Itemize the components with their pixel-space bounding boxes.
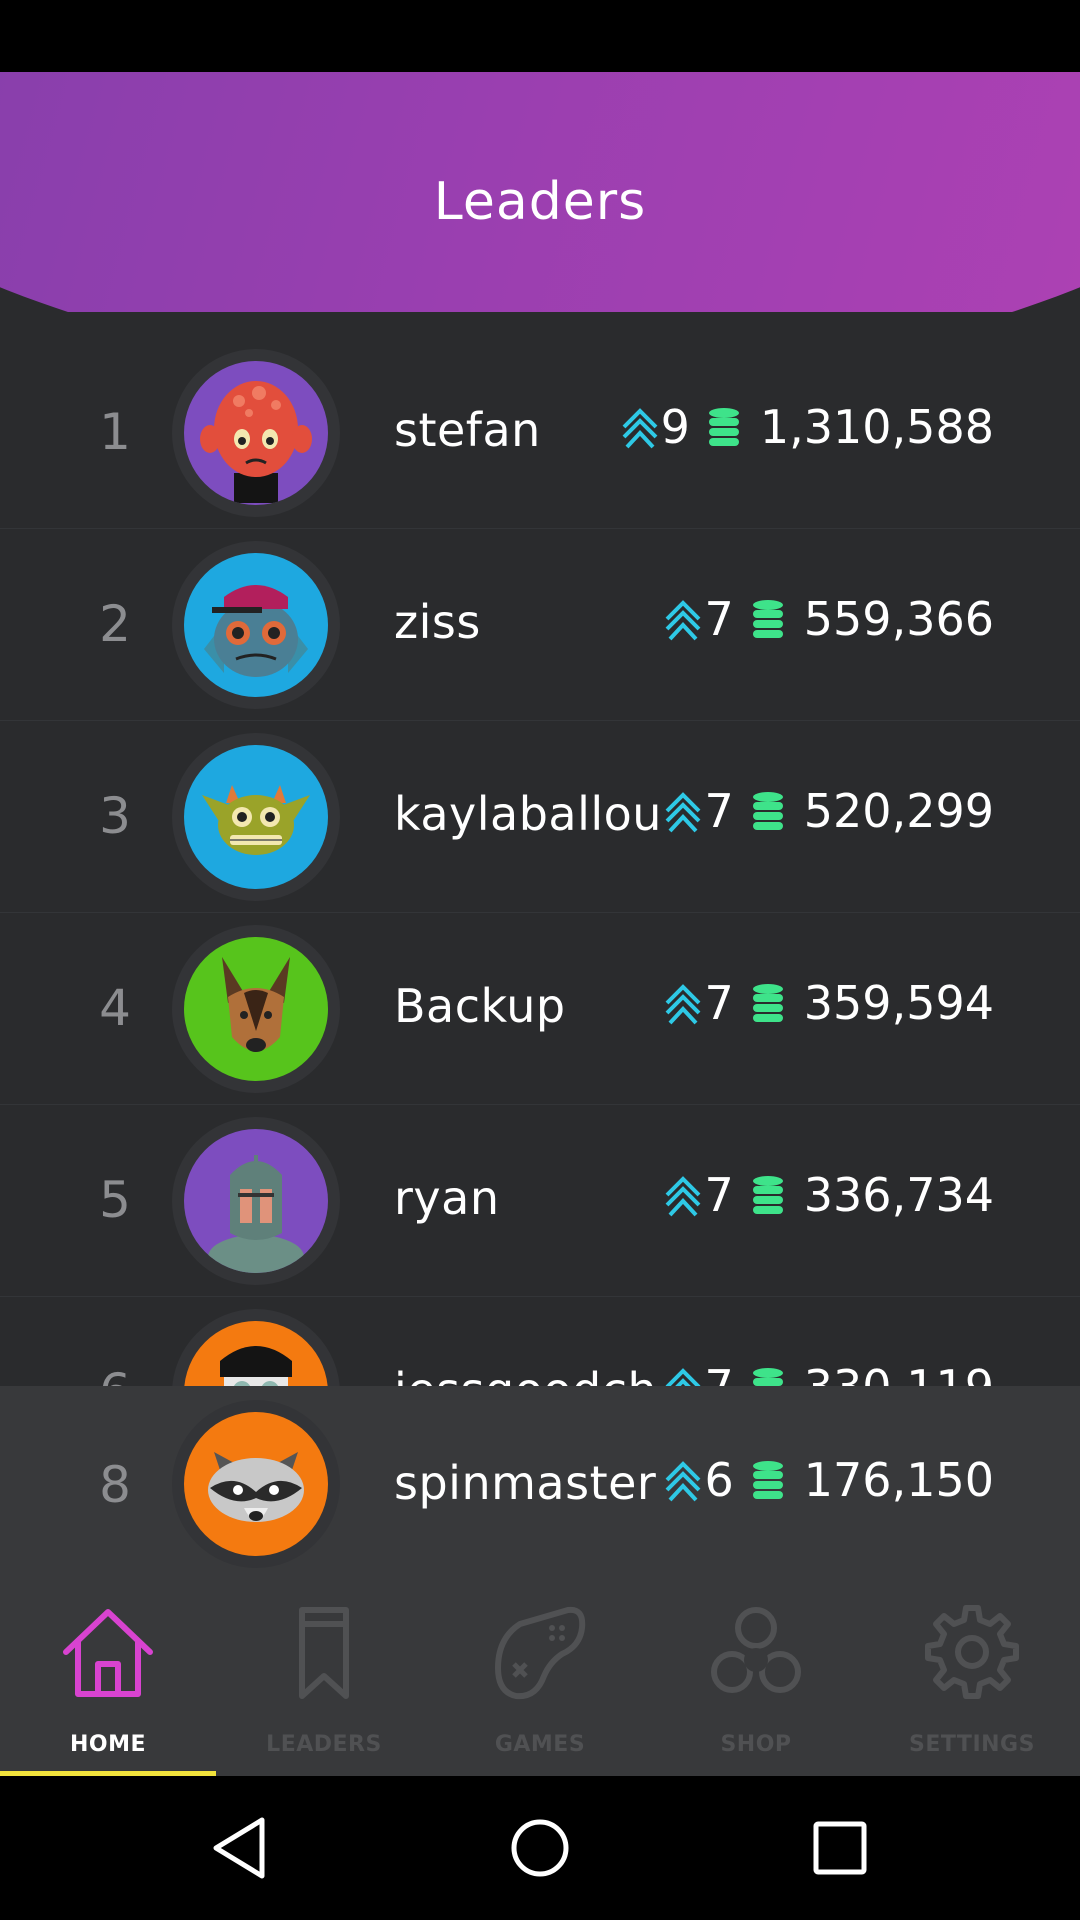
coin-stack-icon: [752, 600, 783, 638]
header: Leaders: [0, 72, 1080, 312]
back-icon[interactable]: [200, 1808, 280, 1888]
level-chevron-icon: [666, 984, 701, 1025]
home-circle-icon[interactable]: [500, 1808, 580, 1888]
tab-label: SETTINGS: [909, 1732, 1035, 1757]
player-level: 9: [660, 400, 690, 454]
player-level: 7: [704, 976, 734, 1030]
leaderboard-row[interactable]: 4 Backup 7 359,594: [0, 913, 1080, 1105]
player-stats: 7 520,299: [664, 783, 994, 839]
avatar[interactable]: [172, 349, 340, 517]
rank-number: 8: [99, 1456, 131, 1514]
player-level: 6: [704, 1453, 734, 1507]
player-level: 7: [704, 592, 734, 646]
rank-number: 5: [99, 1171, 131, 1229]
fish-icon: [184, 553, 328, 697]
leaderboard-list[interactable]: 1 stefan 9 1,310,588 2 ziss 7 559,366 3 …: [0, 337, 1080, 1459]
coin-stack-icon: [752, 792, 783, 830]
gear-icon: [925, 1605, 1019, 1699]
knight-icon: [184, 1129, 328, 1273]
level-chevron-icon: [666, 1176, 701, 1217]
coin-stack-icon: [752, 1176, 783, 1214]
tab-home[interactable]: HOME: [0, 1584, 216, 1776]
app-screen: Leaders 1 stefan 9 1,310,588 2 ziss 7 55…: [0, 72, 1080, 1776]
player-level: 7: [704, 1168, 734, 1222]
bookmark-icon: [299, 1607, 349, 1699]
alien-icon: [184, 361, 328, 505]
level-chevron-icon: [622, 408, 658, 449]
leaderboard-row[interactable]: 3 kaylaballou 7 520,299: [0, 721, 1080, 913]
player-coins: 559,366: [803, 592, 994, 646]
leaderboard-row[interactable]: 1 stefan 9 1,310,588: [0, 337, 1080, 529]
current-user-row[interactable]: 8 spinmaster 6 176,150: [0, 1386, 1080, 1584]
player-coins: 1,310,588: [759, 400, 994, 454]
page-title: Leaders: [433, 172, 647, 232]
tab-leaders[interactable]: LEADERS: [216, 1584, 432, 1776]
rank-number: 2: [99, 595, 131, 653]
coin-stack-icon: [752, 984, 783, 1022]
leaderboard-row[interactable]: 2 ziss 7 559,366: [0, 529, 1080, 721]
tab-label: SHOP: [720, 1732, 792, 1757]
avatar[interactable]: [172, 1117, 340, 1285]
rank-number: 1: [99, 403, 131, 461]
coin-stack-icon: [708, 408, 739, 446]
level-chevron-icon: [666, 1461, 701, 1502]
raccoon-icon: [184, 1412, 328, 1556]
player-name: Backup: [394, 979, 566, 1033]
coin-stack-icon: [752, 1461, 783, 1499]
player-coins: 359,594: [803, 976, 994, 1030]
avatar[interactable]: [172, 925, 340, 1093]
dog-icon: [184, 937, 328, 1081]
tab-label: GAMES: [494, 1732, 586, 1757]
player-name: kaylaballou: [394, 787, 662, 841]
gamepad-icon: [495, 1606, 586, 1700]
avatar[interactable]: [172, 733, 340, 901]
player-name: ziss: [394, 595, 481, 649]
tab-label: HOME: [69, 1732, 147, 1757]
home-icon: [63, 1609, 153, 1697]
player-stats: 6 176,150: [664, 1452, 994, 1508]
level-chevron-icon: [666, 600, 701, 641]
avatar[interactable]: [172, 1400, 340, 1568]
bottom-nav: HOME LEADERS GAMES SHOP SETTINGS: [0, 1584, 1080, 1776]
tab-label: LEADERS: [266, 1732, 382, 1757]
player-stats: 7 336,734: [664, 1167, 994, 1223]
player-level: 7: [704, 784, 734, 838]
player-coins: 520,299: [803, 784, 994, 838]
level-chevron-icon: [666, 792, 701, 833]
tab-settings[interactable]: SETTINGS: [864, 1584, 1080, 1776]
player-name: spinmaster: [394, 1456, 657, 1510]
player-coins: 176,150: [803, 1453, 994, 1507]
system-nav-bar: [0, 1776, 1080, 1920]
leaderboard-row[interactable]: 5 ryan 7 336,734: [0, 1105, 1080, 1297]
tab-games[interactable]: GAMES: [432, 1584, 648, 1776]
avatar[interactable]: [172, 541, 340, 709]
rank-number: 4: [99, 979, 131, 1037]
player-stats: 9 1,310,588: [621, 399, 994, 455]
player-name: stefan: [394, 403, 541, 457]
player-name: ryan: [394, 1171, 500, 1225]
player-stats: 7 359,594: [664, 975, 994, 1031]
goblin-icon: [184, 745, 328, 889]
player-stats: 7 559,366: [664, 591, 994, 647]
tab-shop[interactable]: SHOP: [648, 1584, 864, 1776]
status-bar: [0, 0, 1080, 72]
recents-icon[interactable]: [800, 1808, 880, 1888]
rank-number: 3: [99, 787, 131, 845]
shop-icon: [711, 1607, 801, 1693]
player-coins: 336,734: [803, 1168, 994, 1222]
